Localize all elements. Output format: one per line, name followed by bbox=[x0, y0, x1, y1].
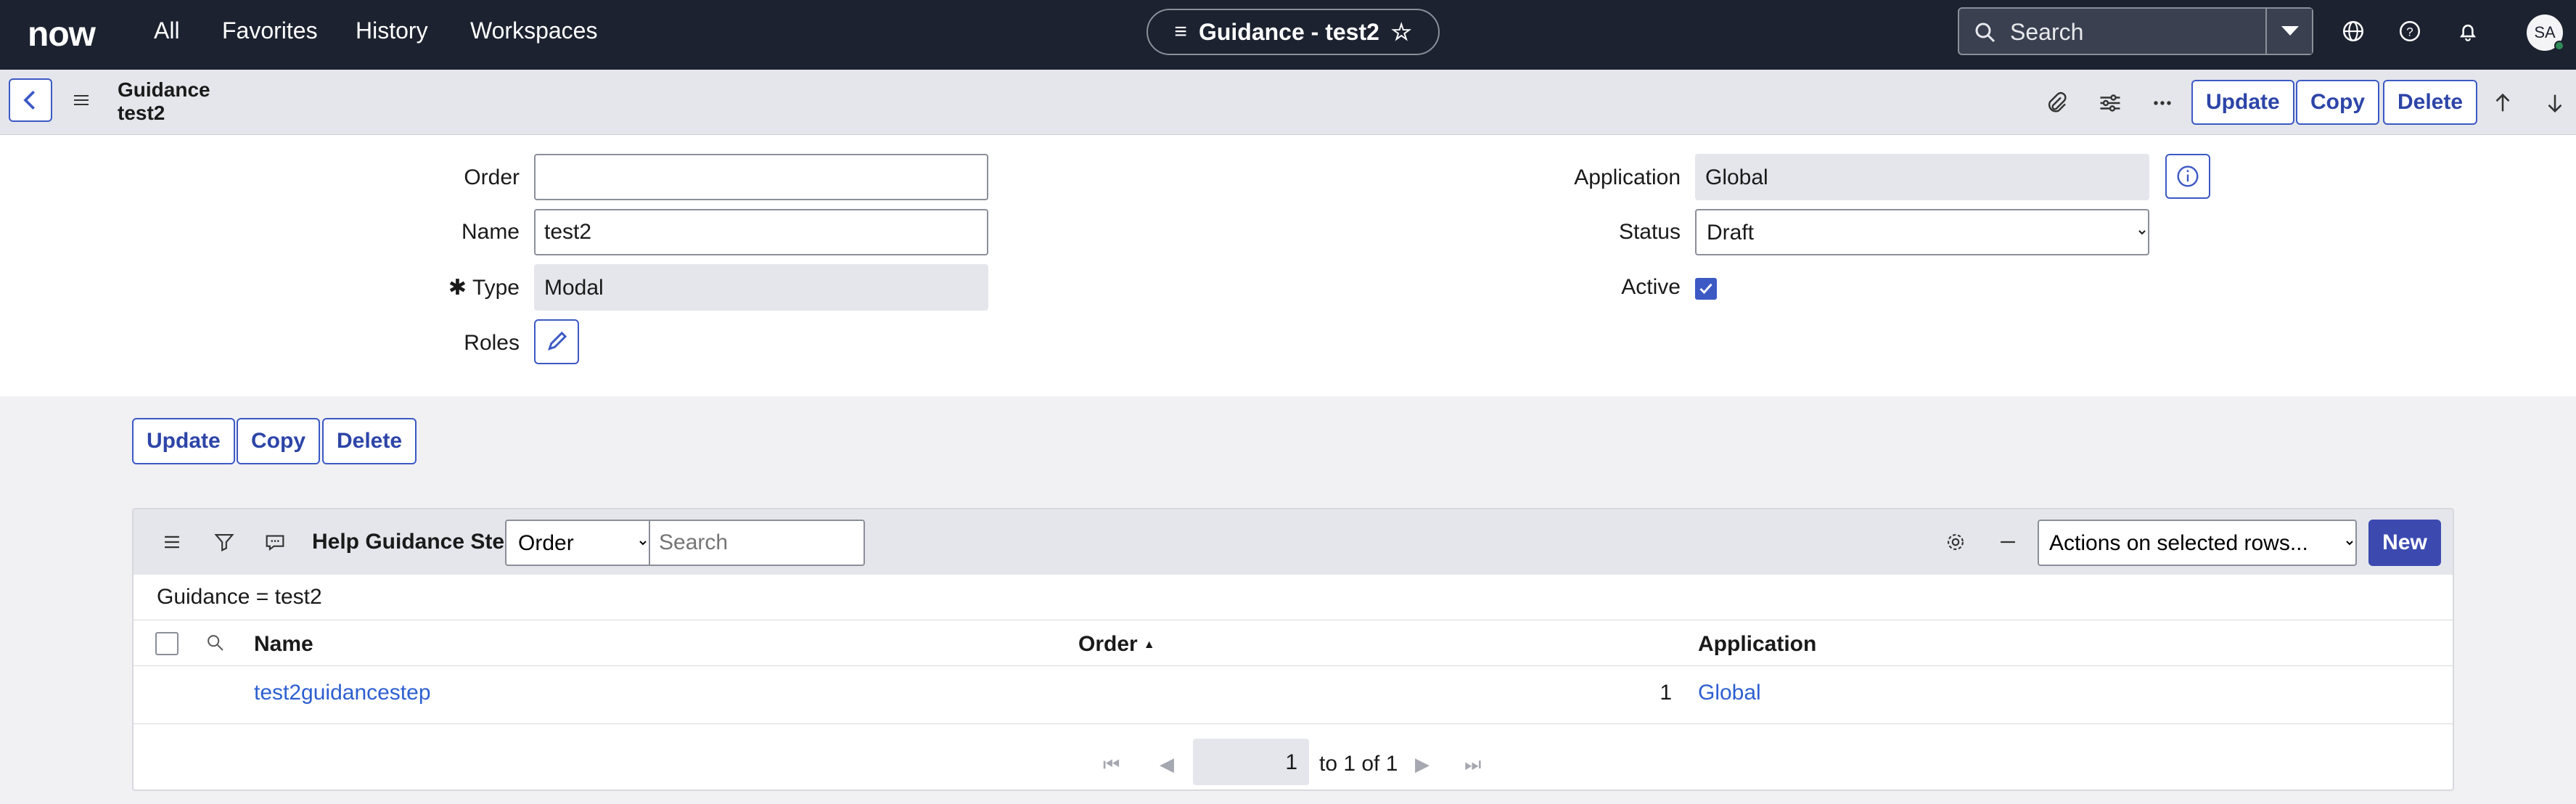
related-list-toolbar: Help Guidance Steps Order Actions on sel… bbox=[134, 509, 2453, 575]
related-list-title: Help Guidance Steps bbox=[312, 530, 530, 554]
type-label: Type bbox=[472, 276, 520, 300]
next-record-arrow-icon[interactable] bbox=[2543, 90, 2567, 116]
column-header-order-group[interactable]: Order ▲ bbox=[1078, 632, 1155, 657]
actions-on-selected-rows-select[interactable]: Actions on selected rows... bbox=[2038, 520, 2357, 566]
related-list-help-guidance-steps: Help Guidance Steps Order Actions on sel… bbox=[132, 508, 2454, 791]
last-page-icon[interactable]: ⏭ bbox=[1464, 753, 1481, 776]
name-label: Name bbox=[461, 220, 520, 244]
filter-breadcrumb[interactable]: Guidance = test2 bbox=[157, 585, 322, 610]
form-copy-button[interactable]: Copy bbox=[237, 418, 320, 464]
checkmark-icon bbox=[1699, 283, 1712, 295]
settings-gear-icon[interactable] bbox=[1943, 530, 1968, 554]
active-label: Active bbox=[1621, 275, 1681, 299]
previous-record-arrow-icon[interactable] bbox=[2490, 90, 2515, 116]
column-header-order: Order bbox=[1078, 632, 1138, 656]
list-search-input[interactable] bbox=[649, 520, 865, 566]
search-placeholder: Search bbox=[2010, 19, 2084, 45]
column-header-application[interactable]: Application bbox=[1698, 632, 1816, 657]
context-title: Guidance - test2 bbox=[1198, 18, 1379, 45]
chevron-left-icon bbox=[23, 91, 35, 110]
next-page-icon[interactable]: ▶ bbox=[1415, 753, 1429, 776]
application-readonly-field: Global bbox=[1695, 154, 2149, 200]
roles-edit-button[interactable] bbox=[534, 319, 579, 364]
sort-ascending-icon: ▲ bbox=[1143, 639, 1155, 652]
previous-page-icon[interactable]: ◀ bbox=[1160, 753, 1174, 776]
globe-icon[interactable] bbox=[2341, 19, 2366, 44]
info-icon bbox=[2177, 165, 2199, 187]
svg-text:?: ? bbox=[2406, 25, 2413, 38]
required-icon: ✱ bbox=[448, 276, 467, 300]
search-field-select[interactable]: Order bbox=[505, 520, 650, 566]
record-type: Guidance bbox=[118, 78, 210, 101]
personalize-sliders-icon[interactable] bbox=[2097, 90, 2123, 116]
status-label: Status bbox=[1618, 220, 1681, 244]
row-order-value: 1 bbox=[1660, 681, 1672, 705]
nav-favorites[interactable]: Favorites bbox=[222, 17, 318, 44]
search-icon bbox=[1975, 22, 1995, 43]
notification-bell-icon[interactable] bbox=[2456, 19, 2480, 44]
top-navigation: now All Favorites History Workspaces ≡ G… bbox=[0, 0, 2576, 70]
favorite-star-icon[interactable]: ☆ bbox=[1391, 18, 1412, 46]
table-header: Name Order ▲ Application bbox=[134, 620, 2453, 666]
page-number-input[interactable]: 1 bbox=[1193, 739, 1309, 785]
type-label-group: ✱ Type bbox=[406, 275, 520, 300]
list-context-menu-icon[interactable] bbox=[160, 530, 184, 554]
record-name: test2 bbox=[118, 102, 165, 124]
search-scope-dropdown[interactable] bbox=[2265, 9, 2312, 54]
row-name-link[interactable]: test2guidancestep bbox=[254, 681, 431, 705]
application-info-button[interactable] bbox=[2165, 154, 2210, 199]
first-page-icon[interactable]: ⏮ bbox=[1103, 753, 1120, 776]
active-checkbox[interactable] bbox=[1695, 278, 1717, 300]
more-options-icon[interactable] bbox=[2149, 90, 2175, 116]
nav-workspaces[interactable]: Workspaces bbox=[470, 17, 597, 44]
form-delete-button[interactable]: Delete bbox=[322, 418, 417, 464]
new-button[interactable]: New bbox=[2368, 520, 2441, 566]
help-icon[interactable]: ? bbox=[2397, 19, 2422, 44]
servicenow-logo[interactable]: now bbox=[28, 15, 96, 54]
name-input[interactable] bbox=[534, 209, 988, 255]
nav-history[interactable]: History bbox=[356, 17, 428, 44]
table-row: test2guidancestep 1 Global bbox=[134, 666, 2453, 724]
list-menu-icon: ≡ bbox=[1174, 20, 1187, 44]
application-label: Application bbox=[1574, 165, 1681, 189]
status-select[interactable]: Draft bbox=[1695, 209, 2149, 255]
record-header: Guidance test2 Update Copy Delete bbox=[0, 70, 2576, 135]
order-label: Order bbox=[464, 165, 520, 189]
pencil-icon bbox=[548, 331, 567, 350]
pagination: ⏮ ◀ 1 to 1 of 1 ▶ ⏭ bbox=[134, 739, 2453, 785]
nav-all[interactable]: All bbox=[154, 17, 180, 44]
context-title-pill[interactable]: ≡ Guidance - test2 ☆ bbox=[1147, 9, 1440, 55]
roles-label: Roles bbox=[464, 331, 520, 355]
type-readonly-field: Modal bbox=[534, 264, 988, 311]
global-search[interactable]: Search bbox=[1958, 7, 2313, 55]
filter-icon[interactable] bbox=[212, 530, 237, 554]
presence-dot bbox=[2554, 41, 2564, 51]
column-header-name[interactable]: Name bbox=[254, 632, 313, 657]
row-application-link[interactable]: Global bbox=[1698, 681, 1761, 705]
user-avatar[interactable]: SA bbox=[2527, 15, 2564, 51]
header-update-button[interactable]: Update bbox=[2191, 80, 2294, 125]
order-input[interactable] bbox=[534, 154, 988, 200]
header-delete-button[interactable]: Delete bbox=[2383, 80, 2478, 125]
form-update-button[interactable]: Update bbox=[132, 418, 235, 464]
header-copy-button[interactable]: Copy bbox=[2296, 80, 2379, 125]
comment-icon[interactable] bbox=[263, 530, 287, 554]
column-search-icon[interactable] bbox=[203, 631, 228, 655]
attachment-icon[interactable] bbox=[2043, 90, 2070, 116]
form-context-menu-icon[interactable] bbox=[71, 91, 91, 109]
collapse-minus-icon[interactable] bbox=[1995, 530, 2020, 554]
back-button[interactable] bbox=[9, 78, 52, 122]
select-all-checkbox[interactable] bbox=[155, 632, 179, 655]
page-range-text: to 1 of 1 bbox=[1319, 752, 1398, 776]
